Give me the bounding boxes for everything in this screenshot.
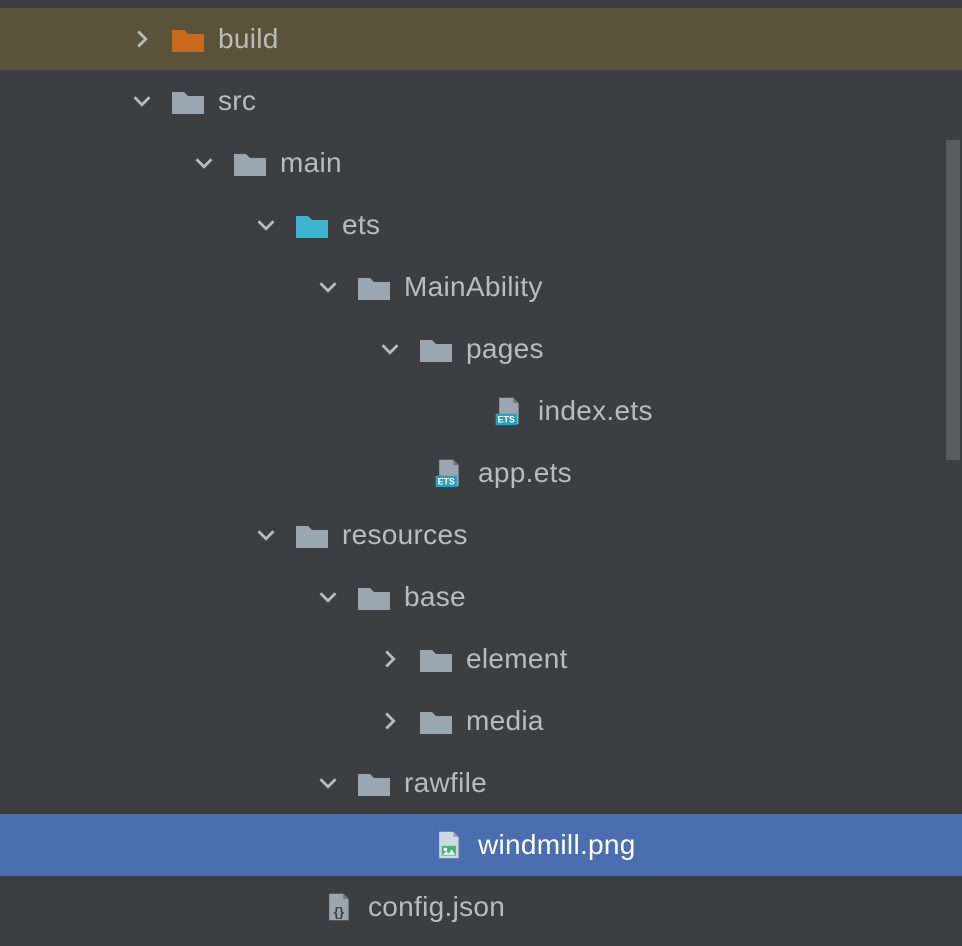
folder-icon: [418, 334, 454, 364]
tree-label: resources: [342, 519, 468, 551]
chevron-down-icon[interactable]: [376, 335, 404, 363]
tree-item-app-ets[interactable]: ETS app.ets: [0, 442, 962, 504]
tree-label: config.json: [368, 891, 505, 923]
ets-file-icon: ETS: [490, 396, 526, 426]
tree-label: build: [218, 23, 279, 55]
chevron-down-icon[interactable]: [252, 521, 280, 549]
tree-label: MainAbility: [404, 271, 543, 303]
tree-label: base: [404, 581, 466, 613]
chevron-right-icon[interactable]: [128, 25, 156, 53]
folder-icon: [170, 86, 206, 116]
tree-item-src[interactable]: src: [0, 70, 962, 132]
tree-label: element: [466, 643, 568, 675]
file-tree: build src main ets: [0, 0, 962, 938]
folder-icon: [294, 520, 330, 550]
svg-text:ETS: ETS: [438, 476, 455, 486]
tree-label: index.ets: [538, 395, 653, 427]
chevron-down-icon[interactable]: [314, 583, 342, 611]
tree-label: windmill.png: [478, 829, 636, 861]
tree-label: main: [280, 147, 342, 179]
svg-text:{}: {}: [334, 905, 344, 920]
tree-item-build[interactable]: build: [0, 8, 962, 70]
chevron-down-icon[interactable]: [190, 149, 218, 177]
image-file-icon: [430, 830, 466, 860]
tree-item-mainability[interactable]: MainAbility: [0, 256, 962, 318]
folder-icon: [170, 24, 206, 54]
chevron-down-icon[interactable]: [314, 273, 342, 301]
tree-item-pages[interactable]: pages: [0, 318, 962, 380]
folder-icon: [356, 272, 392, 302]
tree-label: rawfile: [404, 767, 487, 799]
chevron-down-icon[interactable]: [314, 769, 342, 797]
chevron-down-icon[interactable]: [128, 87, 156, 115]
ets-file-icon: ETS: [430, 458, 466, 488]
tree-item-resources[interactable]: resources: [0, 504, 962, 566]
tree-label: ets: [342, 209, 380, 241]
folder-icon: [232, 148, 268, 178]
tree-item-element[interactable]: element: [0, 628, 962, 690]
tree-label: media: [466, 705, 544, 737]
folder-icon: [418, 644, 454, 674]
json-file-icon: {}: [320, 892, 356, 922]
tree-item-media[interactable]: media: [0, 690, 962, 752]
tree-item-rawfile[interactable]: rawfile: [0, 752, 962, 814]
chevron-right-icon[interactable]: [376, 707, 404, 735]
chevron-down-icon[interactable]: [252, 211, 280, 239]
folder-icon: [294, 210, 330, 240]
tree-item-windmill-png[interactable]: windmill.png: [0, 814, 962, 876]
svg-text:ETS: ETS: [498, 414, 515, 424]
folder-icon: [356, 582, 392, 612]
tree-label: app.ets: [478, 457, 572, 489]
tree-item-base[interactable]: base: [0, 566, 962, 628]
tree-label: pages: [466, 333, 544, 365]
folder-icon: [356, 768, 392, 798]
tree-label: src: [218, 85, 256, 117]
tree-item-index-ets[interactable]: ETS index.ets: [0, 380, 962, 442]
scrollbar-thumb[interactable]: [946, 140, 960, 460]
folder-icon: [418, 706, 454, 736]
tree-item-ets[interactable]: ets: [0, 194, 962, 256]
tree-item-config-json[interactable]: {} config.json: [0, 876, 962, 938]
tree-item-main[interactable]: main: [0, 132, 962, 194]
chevron-right-icon[interactable]: [376, 645, 404, 673]
